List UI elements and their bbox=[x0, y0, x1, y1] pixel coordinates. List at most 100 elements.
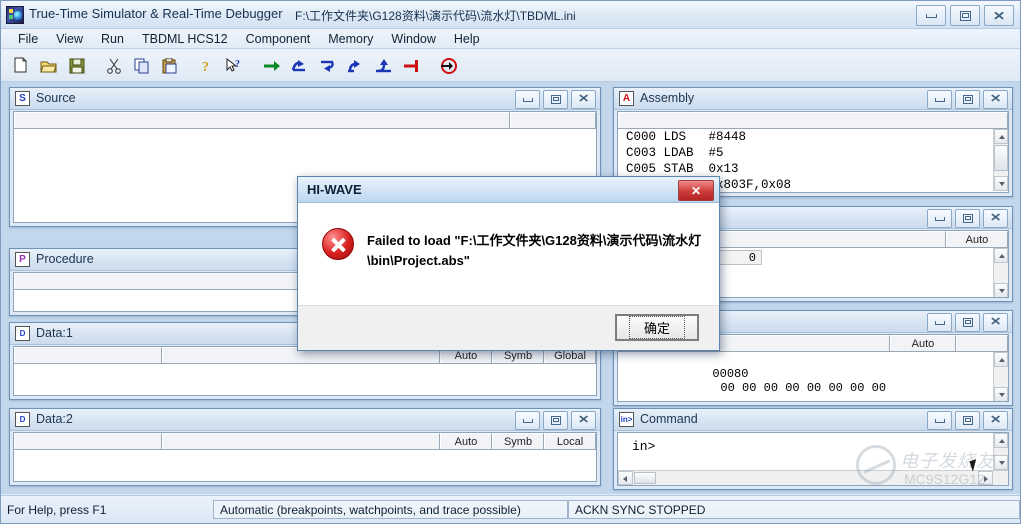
memory-header-cell-3[interactable] bbox=[956, 335, 1008, 351]
assembly-line[interactable]: C005 STAB 0x13 bbox=[618, 161, 1008, 177]
data2-window[interactable]: D Data:2 ✕ Auto Symb Local bbox=[9, 408, 601, 486]
menu-item-memory[interactable]: Memory bbox=[319, 30, 382, 48]
register-scroll-down-icon[interactable] bbox=[994, 283, 1008, 297]
command-hscroll-thumb[interactable] bbox=[634, 472, 656, 484]
status-bar: For Help, press F1 Automatic (breakpoint… bbox=[1, 495, 1020, 523]
menu-item-view[interactable]: View bbox=[47, 30, 92, 48]
dialog-ok-label: 确定 bbox=[628, 316, 685, 339]
assembly-title-bar: A Assembly ✕ bbox=[614, 88, 1012, 110]
memory-header-auto[interactable]: Auto bbox=[890, 335, 956, 351]
assembly-scroll-down-icon[interactable] bbox=[994, 176, 1008, 191]
data2-minimize-button[interactable] bbox=[515, 411, 540, 430]
svg-text:?: ? bbox=[235, 59, 240, 70]
memory-scroll-up-icon[interactable] bbox=[994, 352, 1008, 367]
data2-content[interactable] bbox=[14, 450, 596, 481]
command-horizontal-scrollbar[interactable] bbox=[618, 470, 1008, 485]
source-header-cell-1[interactable] bbox=[14, 112, 510, 128]
cut-icon[interactable] bbox=[101, 53, 127, 78]
command-console[interactable]: in> bbox=[618, 433, 1008, 485]
data2-close-button[interactable]: ✕ bbox=[571, 411, 596, 430]
step-out-icon[interactable] bbox=[343, 53, 369, 78]
menu-item-tbdml-hcs12[interactable]: TBDML HCS12 bbox=[133, 30, 237, 48]
data1-content[interactable] bbox=[14, 364, 596, 395]
assembly-close-button[interactable]: ✕ bbox=[983, 90, 1008, 109]
command-minimize-button[interactable] bbox=[927, 411, 952, 430]
register-close-button[interactable]: ✕ bbox=[983, 209, 1008, 228]
assembly-scroll-up-icon[interactable] bbox=[994, 129, 1008, 144]
command-body[interactable]: in> bbox=[617, 432, 1009, 486]
svg-text:?: ? bbox=[202, 60, 209, 74]
menu-item-file[interactable]: File bbox=[9, 30, 47, 48]
data1-header-cell-1[interactable] bbox=[14, 347, 162, 363]
paste-icon[interactable] bbox=[157, 53, 183, 78]
memory-row-address: 00080 bbox=[712, 367, 749, 381]
menu-item-run[interactable]: Run bbox=[92, 30, 133, 48]
command-prompt[interactable]: in> bbox=[618, 433, 1008, 454]
register-maximize-button[interactable] bbox=[955, 209, 980, 228]
command-scroll-up-icon[interactable] bbox=[994, 433, 1008, 448]
command-scroll-down-icon[interactable] bbox=[994, 455, 1008, 470]
restore-button[interactable] bbox=[950, 5, 980, 26]
command-close-button[interactable]: ✕ bbox=[983, 411, 1008, 430]
register-minimize-button[interactable] bbox=[927, 209, 952, 228]
register-vertical-scrollbar[interactable] bbox=[993, 248, 1008, 297]
error-dialog[interactable]: HI-WAVE ✕ Failed to load "F:\工作文件夹\G128资… bbox=[297, 176, 720, 351]
save-file-icon[interactable] bbox=[64, 53, 90, 78]
context-help-icon[interactable]: ? bbox=[222, 53, 248, 78]
command-vertical-scrollbar[interactable] bbox=[993, 433, 1008, 470]
command-scroll-right-icon[interactable] bbox=[978, 471, 993, 485]
command-maximize-button[interactable] bbox=[955, 411, 980, 430]
source-maximize-button[interactable] bbox=[543, 90, 568, 109]
status-state-text: ACKN SYNC STOPPED bbox=[568, 500, 1020, 519]
data2-header-cell-1[interactable] bbox=[14, 433, 162, 449]
step-over-icon[interactable] bbox=[287, 53, 313, 78]
data2-maximize-button[interactable] bbox=[543, 411, 568, 430]
data2-header-local[interactable]: Local bbox=[544, 433, 596, 449]
assembly-header-strip bbox=[618, 112, 1008, 129]
data2-header-symb[interactable]: Symb bbox=[492, 433, 544, 449]
data2-header-auto[interactable]: Auto bbox=[440, 433, 492, 449]
memory-maximize-button[interactable] bbox=[955, 313, 980, 332]
step-into-icon[interactable] bbox=[315, 53, 341, 78]
run-icon[interactable] bbox=[259, 53, 285, 78]
source-close-button[interactable]: ✕ bbox=[571, 90, 596, 109]
reset-icon[interactable] bbox=[436, 53, 462, 78]
register-value-b[interactable]: 0 bbox=[716, 250, 762, 265]
command-window[interactable]: in> Command ✕ in> bbox=[613, 408, 1013, 490]
memory-vertical-scrollbar[interactable] bbox=[993, 352, 1008, 401]
open-file-icon[interactable] bbox=[36, 53, 62, 78]
minimize-button[interactable] bbox=[916, 5, 946, 26]
copy-icon[interactable] bbox=[129, 53, 155, 78]
data1-body[interactable]: Auto Symb Global bbox=[13, 346, 597, 396]
assembly-line[interactable]: C003 LDAB #5 bbox=[618, 145, 1008, 161]
command-scroll-left-icon[interactable] bbox=[618, 471, 633, 485]
close-button[interactable]: ✕ bbox=[984, 5, 1014, 26]
dialog-ok-button[interactable]: 确定 bbox=[615, 314, 699, 341]
data2-header-cell-2[interactable] bbox=[162, 433, 440, 449]
halt-icon[interactable] bbox=[399, 53, 425, 78]
dialog-title-bar: HI-WAVE ✕ bbox=[298, 177, 719, 203]
memory-minimize-button[interactable] bbox=[927, 313, 952, 332]
help-icon[interactable]: ? bbox=[194, 53, 220, 78]
register-header-auto[interactable]: Auto bbox=[946, 231, 1008, 247]
assembly-maximize-button[interactable] bbox=[955, 90, 980, 109]
menu-item-help[interactable]: Help bbox=[445, 30, 489, 48]
assembly-minimize-button[interactable] bbox=[927, 90, 952, 109]
menu-item-window[interactable]: Window bbox=[382, 30, 444, 48]
assembly-line-selected[interactable]: C000 LDS #8448 bbox=[626, 130, 746, 144]
dialog-close-button[interactable]: ✕ bbox=[678, 180, 714, 201]
register-scroll-up-icon[interactable] bbox=[994, 248, 1008, 263]
memory-close-button[interactable]: ✕ bbox=[983, 313, 1008, 332]
new-file-icon[interactable] bbox=[8, 53, 34, 78]
assembly-vertical-scrollbar[interactable] bbox=[993, 129, 1008, 191]
data2-body[interactable]: Auto Symb Local bbox=[13, 432, 597, 482]
memory-scroll-down-icon[interactable] bbox=[994, 387, 1008, 401]
source-header-cell-2[interactable] bbox=[510, 112, 596, 128]
memory-hex-view[interactable]: 00080 00 00 00 00 00 00 00 00 ........ 0… bbox=[618, 352, 1008, 401]
memory-row[interactable]: 00080 00 00 00 00 00 00 00 00 ........ bbox=[618, 352, 1008, 401]
source-minimize-button[interactable] bbox=[515, 90, 540, 109]
assembly-scroll-thumb[interactable] bbox=[994, 145, 1008, 171]
assembly-header-cell-1[interactable] bbox=[618, 112, 1008, 128]
menu-item-component[interactable]: Component bbox=[237, 30, 320, 48]
assembly-step-icon[interactable] bbox=[371, 53, 397, 78]
